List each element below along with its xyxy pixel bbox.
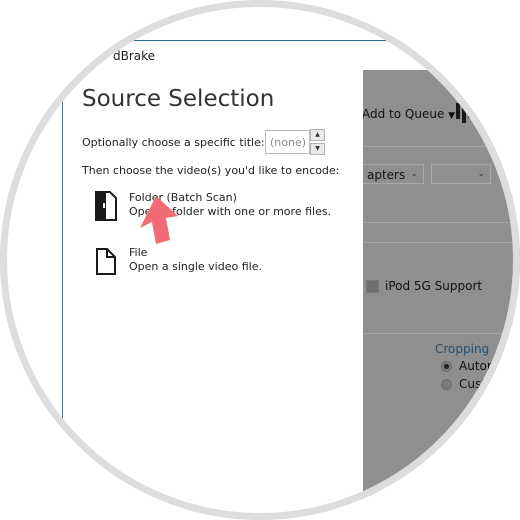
file-icon: [96, 248, 116, 275]
toolbar-divider: [362, 146, 520, 147]
field-divider: [362, 333, 520, 334]
dialog-title: Source Selection: [82, 86, 275, 112]
main-window-panel: [362, 70, 520, 520]
zoom-lens: dBrake Add to Queue ▼ apters ⌄ ⌄ iPod 5G…: [0, 0, 520, 520]
source-selection-dialog: Source Selection Optionally choose a spe…: [62, 70, 363, 520]
title-spinner[interactable]: ▲ ▼: [310, 129, 325, 155]
ipod-checkbox[interactable]: [366, 280, 379, 293]
add-to-queue-button[interactable]: Add to Queue ▼: [362, 107, 455, 121]
chevron-down-icon: ⌄: [410, 169, 418, 179]
queue-icon[interactable]: [456, 103, 472, 123]
cropping-custom-label: Cust: [459, 377, 486, 391]
window-title: dBrake: [113, 49, 156, 63]
title-select[interactable]: (none): [265, 130, 310, 154]
open-file-option[interactable]: File Open a single video file.: [95, 246, 325, 286]
chapter-end-dropdown[interactable]: ⌄: [431, 164, 491, 184]
title-prompt: Optionally choose a specific title:: [82, 136, 265, 149]
spinner-down-icon[interactable]: ▼: [310, 143, 325, 155]
add-to-queue-label: Add to Queue: [362, 107, 445, 121]
file-option-description: Open a single video file.: [129, 260, 262, 273]
chevron-down-icon: ⌄: [477, 169, 485, 179]
chapters-label: apters: [367, 168, 406, 182]
file-option-title: File: [129, 246, 148, 259]
dropdown-arrow-icon: ▼: [448, 111, 456, 121]
cropping-auto-radio[interactable]: [441, 361, 452, 372]
section-divider: [362, 222, 520, 223]
open-folder-option[interactable]: Folder (Batch Scan) Open a folder with o…: [95, 191, 331, 231]
encode-prompt: Then choose the video(s) you'd like to e…: [82, 164, 340, 177]
tab-strip-divider: [362, 242, 520, 243]
pointer-arrow-icon: [140, 196, 178, 244]
cropping-custom-radio[interactable]: [441, 379, 452, 390]
folder-icon: [95, 191, 117, 221]
spinner-up-icon[interactable]: ▲: [310, 129, 325, 141]
cropping-auto-label: Autom: [459, 359, 499, 373]
cropping-heading: Cropping: [435, 342, 490, 356]
title-bar: dBrake: [0, 40, 520, 72]
ipod-label: iPod 5G Support: [385, 279, 483, 293]
